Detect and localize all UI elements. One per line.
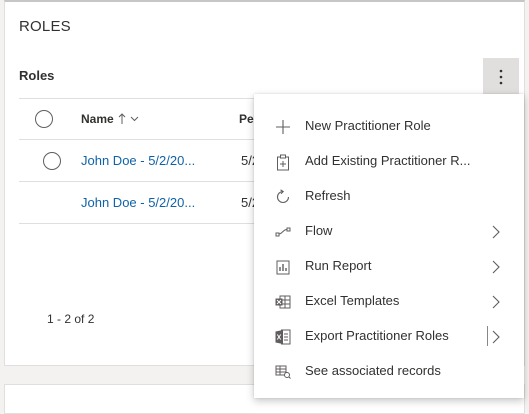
add-icon — [274, 118, 292, 136]
subgrid-title: Roles — [19, 68, 55, 83]
chevron-right-icon — [492, 260, 504, 274]
menu-item-label: Run Report — [305, 258, 372, 273]
chevron-down-icon — [130, 116, 139, 122]
menu-item-refresh[interactable]: Refresh — [254, 179, 524, 214]
report-icon — [274, 258, 292, 276]
excel-templates-icon — [274, 293, 292, 311]
chevron-right-icon[interactable] — [492, 330, 504, 344]
select-all-checkbox[interactable] — [35, 110, 53, 128]
more-commands-button[interactable] — [483, 58, 519, 96]
menu-item-label: Add Existing Practitioner R... — [305, 153, 471, 168]
split-divider — [487, 326, 488, 346]
row-select-checkbox[interactable] — [43, 152, 61, 170]
excel-export-icon — [274, 328, 292, 346]
menu-item-flow[interactable]: Flow — [254, 214, 524, 249]
more-vertical-icon — [499, 69, 503, 85]
menu-item-see-associated-records[interactable]: See associated records — [254, 354, 524, 389]
sort-ascending-icon — [118, 113, 126, 125]
clipboard-add-icon — [274, 153, 292, 171]
chevron-right-icon — [492, 295, 504, 309]
menu-item-excel-templates[interactable]: Excel Templates — [254, 284, 524, 319]
menu-item-label: Flow — [305, 223, 333, 238]
menu-item-add-existing[interactable]: Add Existing Practitioner R... — [254, 144, 524, 179]
column-header-name[interactable]: Name — [81, 112, 139, 126]
menu-item-run-report[interactable]: Run Report — [254, 249, 524, 284]
menu-item-label: Refresh — [305, 188, 351, 203]
associated-records-icon — [274, 363, 292, 381]
row-name-link[interactable]: John Doe - 5/2/20... — [81, 195, 195, 210]
menu-item-label: See associated records — [305, 363, 441, 378]
menu-item-export-practitioner-roles[interactable]: Export Practitioner Roles — [254, 319, 524, 354]
menu-item-label: New Practitioner Role — [305, 118, 431, 133]
row-name-link[interactable]: John Doe - 5/2/20... — [81, 153, 195, 168]
flow-icon — [274, 223, 292, 241]
menu-item-new-practitioner-role[interactable]: New Practitioner Role — [254, 109, 524, 144]
more-commands-menu: New Practitioner Role Add Existing Pract… — [254, 94, 524, 398]
menu-item-label: Export Practitioner Roles — [305, 328, 449, 343]
chevron-right-icon — [492, 225, 504, 239]
refresh-icon — [274, 188, 292, 206]
paging-status: 1 - 2 of 2 — [47, 312, 95, 326]
section-title: ROLES — [19, 18, 71, 35]
column-header-name-label: Name — [81, 112, 114, 126]
menu-item-label: Excel Templates — [305, 293, 400, 308]
